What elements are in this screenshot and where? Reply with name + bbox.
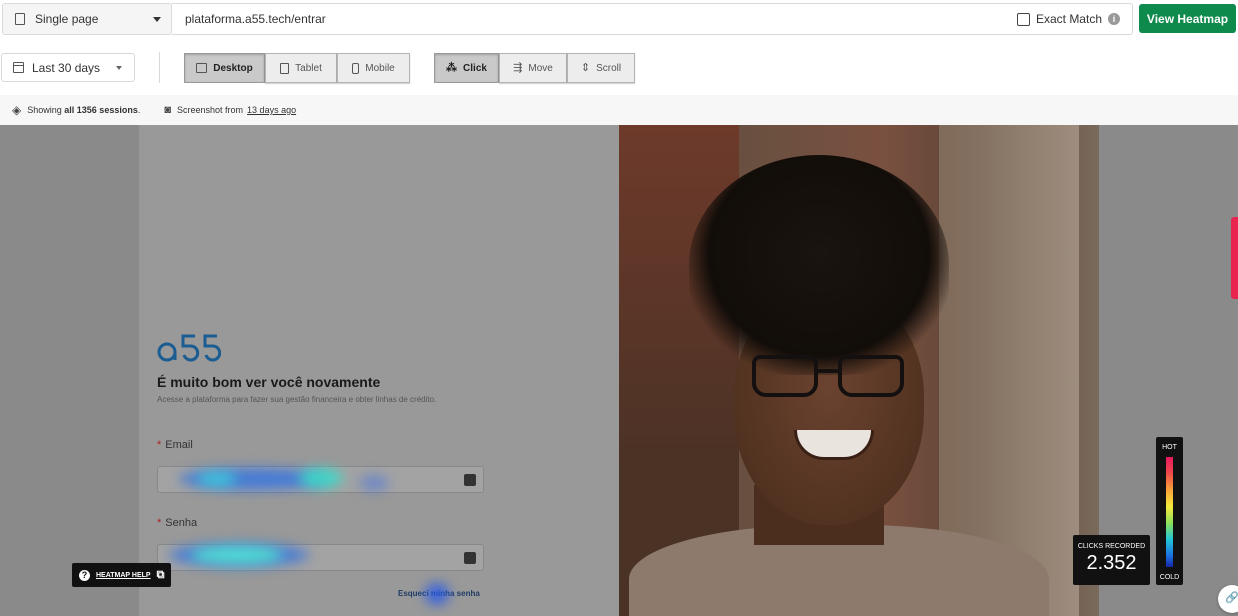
heat-legend: HOT COLD <box>1156 437 1183 585</box>
mode-click-button[interactable]: ⁂ Click <box>434 53 499 83</box>
click-icon: ⁂ <box>446 62 458 74</box>
heat-spot <box>191 546 283 564</box>
external-link-icon: ⧉ <box>156 569 165 581</box>
welcome-heading: É muito bom ver você novamente <box>157 374 381 390</box>
hero-photo <box>619 125 1099 616</box>
email-label-text: Email <box>165 439 193 451</box>
required-mark: * <box>157 517 162 529</box>
device-label: Mobile <box>365 62 395 74</box>
mode-selector: ⁂ Click ⇶ Move ⇕ Scroll <box>434 53 635 83</box>
camera-icon: ◙ <box>164 104 172 116</box>
mode-label: Scroll <box>596 62 622 74</box>
help-icon: ? <box>79 569 90 581</box>
scroll-marker[interactable] <box>1231 217 1238 299</box>
heat-spot <box>197 472 237 486</box>
desktop-icon <box>196 63 208 73</box>
clicks-recorded-panel: CLICKS RECORDED 2.352 <box>1073 535 1150 585</box>
device-selector: Desktop Tablet Mobile <box>184 53 410 83</box>
heatmap-help-label: HEATMAP HELP <box>96 571 151 579</box>
filter-row: Last 30 days Desktop Tablet Mobile ⁂ Cli… <box>0 52 1238 84</box>
mode-label: Click <box>463 62 487 74</box>
exact-match-checkbox[interactable] <box>1016 12 1030 26</box>
photo-hair <box>689 155 949 375</box>
view-heatmap-button[interactable]: View Heatmap <box>1139 4 1236 33</box>
page-type-select[interactable]: Single page <box>2 3 172 35</box>
mode-move-button[interactable]: ⇶ Move <box>499 53 567 83</box>
clicks-recorded-label: CLICKS RECORDED <box>1077 543 1146 550</box>
heat-spot <box>299 468 343 488</box>
welcome-subtitle: Acesse a plataforma para fazer sua gestã… <box>157 395 437 404</box>
email-label: * Email <box>157 439 193 451</box>
legend-gradient <box>1166 457 1173 567</box>
chevron-down-icon <box>116 66 122 70</box>
exact-match-label: Exact Match <box>1035 12 1102 26</box>
password-label-text: Senha <box>165 517 198 529</box>
exact-match-toggle[interactable]: Exact Match i <box>1016 12 1120 26</box>
screenshot-age-link[interactable]: 13 days ago <box>247 105 296 115</box>
document-icon <box>15 13 25 25</box>
sessions-count: all 1356 sessions <box>64 105 138 115</box>
device-tablet-button[interactable]: Tablet <box>265 53 337 83</box>
chevron-down-icon <box>153 17 161 22</box>
login-panel: É muito bom ver você novamente Acesse a … <box>139 125 619 616</box>
photo-glasses <box>752 355 912 401</box>
url-input[interactable]: plataforma.a55.tech/entrar Exact Match i <box>172 3 1133 35</box>
device-label: Desktop <box>213 62 253 74</box>
password-label: * Senha <box>157 517 197 529</box>
move-icon: ⇶ <box>513 62 523 74</box>
mode-label: Move <box>528 62 553 74</box>
calendar-icon <box>13 62 24 73</box>
tablet-icon <box>280 62 290 74</box>
link-icon[interactable]: 🔗 <box>1218 585 1238 613</box>
divider <box>159 52 160 83</box>
device-label: Tablet <box>295 62 322 74</box>
heat-spot <box>425 583 449 605</box>
mode-scroll-button[interactable]: ⇕ Scroll <box>567 53 635 83</box>
layers-icon: ◈ <box>12 103 22 117</box>
device-desktop-button[interactable]: Desktop <box>184 53 265 83</box>
heatmap-canvas[interactable]: É muito bom ver você novamente Acesse a … <box>0 125 1238 616</box>
heatmap-help-button[interactable]: ? HEATMAP HELP ⧉ <box>72 563 171 587</box>
scroll-icon: ⇕ <box>580 62 591 74</box>
showing-prefix: Showing <box>27 105 62 115</box>
clicks-recorded-value: 2.352 <box>1086 552 1137 574</box>
heat-spot <box>359 475 389 491</box>
date-range-select[interactable]: Last 30 days <box>1 53 135 82</box>
session-info-bar: ◈ Showing all 1356 sessions. ◙ Screensho… <box>0 95 1238 125</box>
legend-cold-label: COLD <box>1159 574 1180 581</box>
device-mobile-button[interactable]: Mobile <box>337 53 410 83</box>
page-type-label: Single page <box>35 12 99 26</box>
url-value: plataforma.a55.tech/entrar <box>185 12 326 26</box>
showing-suffix: . <box>137 105 141 115</box>
info-icon[interactable]: i <box>1108 13 1120 25</box>
required-mark: * <box>157 439 162 451</box>
screenshot-prefix: Screenshot from <box>177 105 244 115</box>
date-range-label: Last 30 days <box>32 60 101 75</box>
password-manager-icon[interactable] <box>464 552 476 564</box>
legend-hot-label: HOT <box>1162 444 1177 451</box>
mobile-icon <box>352 62 360 74</box>
a55-logo <box>157 334 221 362</box>
top-bar: Single page plataforma.a55.tech/entrar E… <box>0 0 1238 38</box>
password-manager-icon[interactable] <box>464 474 476 486</box>
